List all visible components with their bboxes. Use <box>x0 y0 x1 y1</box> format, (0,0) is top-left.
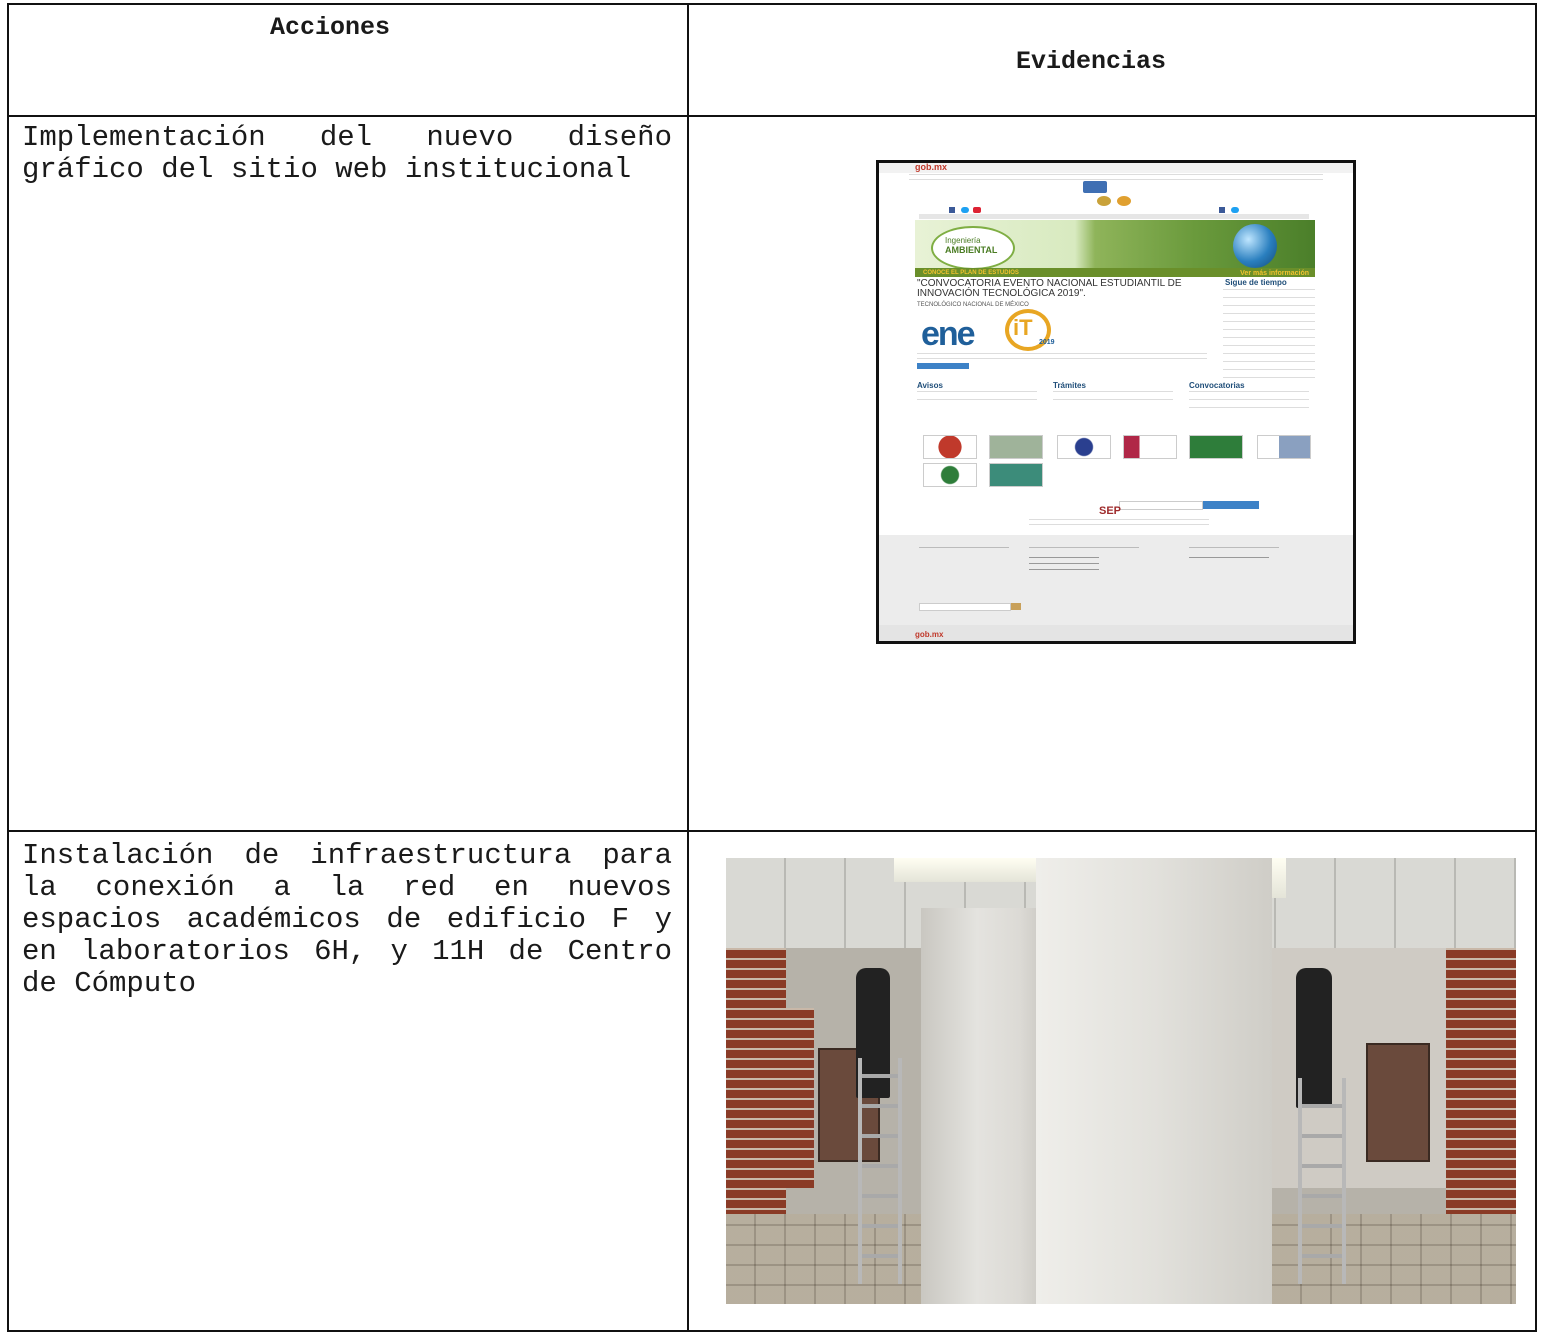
web-partner-thumb <box>989 463 1043 487</box>
brick-wall <box>786 1008 814 1188</box>
globe-icon <box>1233 224 1277 268</box>
web-footer <box>879 535 1353 625</box>
website-screenshot: gob.mx Ingeniería AMBIENTAL CONOCE EL PL… <box>876 160 1356 644</box>
web-footer-button <box>1011 603 1021 610</box>
row1-accion-text: Implementación del nuevo diseño gráfico … <box>22 121 672 186</box>
web-facebook-icon <box>949 207 955 213</box>
web-institution-emblem <box>1083 181 1107 193</box>
web-eneit-logo: ene <box>921 315 976 353</box>
row-divider-header <box>7 115 1537 117</box>
table-border-left <box>7 3 9 1332</box>
hallway-photo <box>726 858 1516 1304</box>
web-facebook-icon-right <box>1219 207 1225 213</box>
web-banner-title1: Ingeniería <box>945 236 981 245</box>
web-footer-bar <box>879 625 1353 641</box>
web-banner-more: Ver más información <box>1240 270 1309 277</box>
web-banner: Ingeniería AMBIENTAL CONOCE EL PLAN DE E… <box>915 220 1315 277</box>
web-partner-thumb <box>1123 435 1177 459</box>
web-partner-thumb <box>989 435 1043 459</box>
web-eneit-year: 2019 <box>1039 339 1055 346</box>
hallway-photo-right <box>1036 858 1516 1304</box>
ladder <box>858 1058 902 1284</box>
door <box>1366 1043 1430 1162</box>
web-subhead: TECNOLÓGICO NACIONAL DE MÉXICO <box>917 302 1029 308</box>
web-banner-plan: CONOCE EL PLAN DE ESTUDIOS <box>923 270 1019 276</box>
table-border-bottom <box>7 1330 1537 1332</box>
header-evidencias: Evidencias <box>1016 47 1167 76</box>
column-divider <box>687 3 689 1332</box>
web-youtube-icon <box>973 207 981 213</box>
brick-wall <box>1446 948 1516 1248</box>
web-sidebar-title: Sigue de tiempo <box>1225 278 1287 287</box>
table-border-right <box>1535 3 1537 1332</box>
row-divider-1 <box>7 830 1537 832</box>
web-twitter-icon <box>961 207 969 213</box>
web-gob-logo: gob.mx <box>915 162 948 172</box>
web-nav-bar <box>919 214 1309 219</box>
web-headline: "CONVOCATORIA EVENTO NACIONAL ESTUDIANTI… <box>917 278 1182 299</box>
web-seal-icon <box>1097 196 1111 206</box>
web-twitter-icon-right <box>1231 207 1239 213</box>
hallway-photo-left <box>726 858 1062 1304</box>
web-section-tramites: Trámites <box>1053 381 1086 390</box>
ladder <box>1298 1078 1346 1284</box>
header-acciones: Acciones <box>270 13 391 42</box>
web-partner-thumb <box>923 463 977 487</box>
web-partner-thumb <box>1189 435 1243 459</box>
row2-accion-text: Instalación de infraestructura para la c… <box>22 839 672 1000</box>
web-search-button <box>1203 501 1259 509</box>
web-eneit-it: iT <box>1013 315 1033 340</box>
web-partner-thumb <box>1257 435 1311 459</box>
web-footer-input <box>919 603 1011 611</box>
web-search-input <box>1119 501 1203 510</box>
brick-wall <box>726 948 786 1228</box>
web-sep-logo: SEP <box>1099 505 1122 517</box>
web-read-more-button <box>917 363 969 369</box>
web-top-bar <box>879 163 1353 173</box>
web-partner-thumb <box>1057 435 1111 459</box>
web-section-avisos: Avisos <box>917 381 943 390</box>
textured-wall <box>1036 858 1272 1304</box>
web-seal2-icon <box>1117 196 1131 206</box>
web-banner-title2: AMBIENTAL <box>945 245 998 255</box>
web-partner-thumb <box>923 435 977 459</box>
web-footer-gob-logo: gob.mx <box>915 630 944 639</box>
table-border-top <box>7 3 1537 5</box>
web-section-convocatorias: Convocatorias <box>1189 381 1245 390</box>
